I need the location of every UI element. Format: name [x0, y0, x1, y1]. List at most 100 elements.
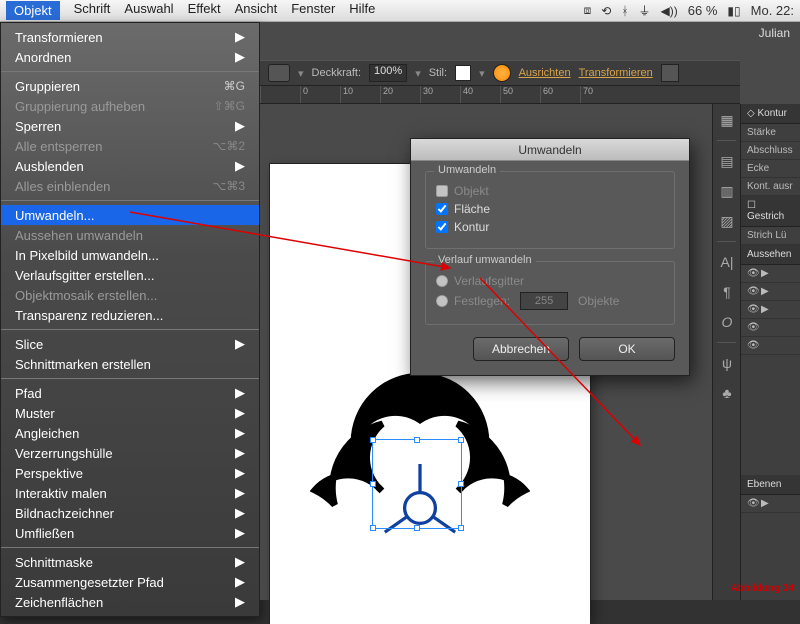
group-umwandeln: Umwandeln Objekt Fläche Kontur: [425, 171, 675, 249]
style-label: Stil:: [429, 67, 447, 79]
radio-verlaufsgitter: Verlaufsgitter: [436, 274, 664, 288]
horizontal-ruler: 010203040506070: [260, 86, 740, 104]
chk-kontur[interactable]: Kontur: [436, 220, 664, 234]
panel-kontur-header[interactable]: ◇ Kontur: [741, 104, 800, 124]
figure-caption: Abbildung 34: [731, 583, 794, 594]
menuitem-transparenz-reduzieren-[interactable]: Transparenz reduzieren...: [1, 305, 259, 325]
clock: Mo. 22:: [751, 3, 794, 18]
perspective-icon[interactable]: ▨: [717, 211, 737, 231]
align-link[interactable]: Ausrichten: [519, 67, 571, 79]
appearance-row[interactable]: 👁▶: [741, 301, 800, 319]
battery-icon: ▮▯: [727, 4, 740, 18]
usb-icon[interactable]: ψ: [717, 353, 737, 373]
menuitem-bildnachzeichner[interactable]: Bildnachzeichner▶: [1, 503, 259, 523]
right-icon-rail: ▦ ▤ ▥ ▨ A| ¶ O ψ ♣: [712, 104, 740, 600]
menuitem-gruppierung-aufheben: Gruppierung aufheben⇧⌘G: [1, 96, 259, 116]
menu-objekt[interactable]: Objekt: [6, 1, 60, 20]
control-bar: ▾ Deckkraft: 100% ▾ Stil: ▾ Ausrichten T…: [260, 60, 740, 86]
grid-icon[interactable]: ▦: [717, 110, 737, 130]
os-menubar: Objekt Schrift Auswahl Effekt Ansicht Fe…: [0, 0, 800, 22]
specify-count: [520, 292, 568, 310]
umwandeln-dialog: Umwandeln Umwandeln Objekt Fläche Kontur…: [410, 138, 690, 376]
menuitem-zeichenfl-chen[interactable]: Zeichenflächen▶: [1, 592, 259, 612]
row-strich: Strich Lü: [741, 227, 800, 245]
menuitem-anordnen[interactable]: Anordnen▶: [1, 47, 259, 67]
opacity-value[interactable]: 100%: [369, 64, 407, 82]
os-status: ⧈ ⟲ ᚼ ⏚ ◀)) 66 % ▮▯ Mo. 22:: [584, 2, 794, 19]
volume-icon: ◀)): [661, 4, 678, 18]
os-menu-items: Objekt Schrift Auswahl Effekt Ansicht Fe…: [6, 1, 375, 20]
appearance-row[interactable]: 👁: [741, 337, 800, 355]
menuitem-schnittmarken-erstellen[interactable]: Schnittmarken erstellen: [1, 354, 259, 374]
dialog-title: Umwandeln: [411, 139, 689, 161]
group-verlauf: Verlauf umwandeln Verlaufsgitter Festleg…: [425, 261, 675, 325]
menuitem-gruppieren[interactable]: Gruppieren⌘G: [1, 76, 259, 96]
style-swatch[interactable]: [455, 65, 471, 81]
sync-icon: ⟲: [601, 4, 611, 18]
menu-schrift[interactable]: Schrift: [74, 1, 111, 20]
menuitem-zusammengesetzter-pfad[interactable]: Zusammengesetzter Pfad▶: [1, 572, 259, 592]
menuitem-aussehen-umwandeln: Aussehen umwandeln: [1, 225, 259, 245]
chk-objekt: Objekt: [436, 184, 664, 198]
controlbar-button[interactable]: [268, 64, 290, 82]
paragraph-icon[interactable]: ¶: [717, 282, 737, 302]
row-ecke: Ecke: [741, 160, 800, 178]
radio-festlegen: Festlegen:Objekte: [436, 292, 664, 310]
menu-effekt[interactable]: Effekt: [188, 1, 221, 20]
menuitem-ausblenden[interactable]: Ausblenden▶: [1, 156, 259, 176]
menuitem-interaktiv-malen[interactable]: Interaktiv malen▶: [1, 483, 259, 503]
group-verlauf-legend: Verlauf umwandeln: [434, 254, 536, 266]
menuitem-umflie-en[interactable]: Umfließen▶: [1, 523, 259, 543]
ok-button[interactable]: OK: [579, 337, 675, 361]
panel-gestrich-header[interactable]: ☐ Gestrich: [741, 196, 800, 227]
menuitem-muster[interactable]: Muster▶: [1, 403, 259, 423]
clover-icon[interactable]: ♣: [717, 383, 737, 403]
row-staerke: Stärke: [741, 124, 800, 142]
menu-auswahl[interactable]: Auswahl: [124, 1, 173, 20]
chk-flaeche[interactable]: Fläche: [436, 202, 664, 216]
wifi-icon: ⏚: [639, 2, 651, 19]
menuitem-alles-einblenden: Alles einblenden⌥⌘3: [1, 176, 259, 196]
panel-ebenen-header[interactable]: Ebenen: [741, 475, 800, 495]
row-kontausr: Kont. ausr: [741, 178, 800, 196]
appearance-row[interactable]: 👁: [741, 319, 800, 337]
anchor-icon[interactable]: [661, 64, 679, 82]
menu-fenster[interactable]: Fenster: [291, 1, 335, 20]
appearance-row[interactable]: 👁▶: [741, 283, 800, 301]
menuitem-verlaufsgitter-erstellen-[interactable]: Verlaufsgitter erstellen...: [1, 265, 259, 285]
layer-row[interactable]: 👁▶: [741, 495, 800, 513]
menuitem-sperren[interactable]: Sperren▶: [1, 116, 259, 136]
menuitem-angleichen[interactable]: Angleichen▶: [1, 423, 259, 443]
menu-hilfe[interactable]: Hilfe: [349, 1, 375, 20]
objekt-dropdown[interactable]: Transformieren▶Anordnen▶ Gruppieren⌘GGrup…: [0, 22, 260, 617]
menuitem-verzerrungsh-lle[interactable]: Verzerrungshülle▶: [1, 443, 259, 463]
battery-percent: 66 %: [688, 3, 718, 18]
menuitem-pfad[interactable]: Pfad▶: [1, 383, 259, 403]
group-umwandeln-legend: Umwandeln: [434, 164, 500, 176]
menuitem-in-pixelbild-umwandeln-[interactable]: In Pixelbild umwandeln...: [1, 245, 259, 265]
bluetooth-icon: ᚼ: [621, 4, 628, 18]
cancel-button[interactable]: Abbrechen: [473, 337, 569, 361]
row-abschluss: Abschluss: [741, 142, 800, 160]
menuitem-perspektive[interactable]: Perspektive▶: [1, 463, 259, 483]
recolor-icon[interactable]: [493, 64, 511, 82]
menu-ansicht[interactable]: Ansicht: [235, 1, 278, 20]
dropbox-icon: ⧈: [584, 3, 592, 18]
transform-link[interactable]: Transformieren: [579, 67, 653, 79]
brushes-icon[interactable]: ▥: [717, 181, 737, 201]
type-icon[interactable]: A|: [717, 252, 737, 272]
panel-aussehen-header[interactable]: Aussehen: [741, 245, 800, 265]
menuitem-transformieren[interactable]: Transformieren▶: [1, 27, 259, 47]
swatches-icon[interactable]: ▤: [717, 151, 737, 171]
opacity-label: Deckkraft:: [312, 67, 362, 79]
appearance-row[interactable]: 👁▶: [741, 265, 800, 283]
menuitem-slice[interactable]: Slice▶: [1, 334, 259, 354]
opentype-icon[interactable]: O: [717, 312, 737, 332]
menuitem-alle-entsperren: Alle entsperren⌥⌘2: [1, 136, 259, 156]
menuitem-schnittmaske[interactable]: Schnittmaske▶: [1, 552, 259, 572]
menuitem-objektmosaik-erstellen-: Objektmosaik erstellen...: [1, 285, 259, 305]
document-title: Julian: [749, 22, 800, 44]
menuitem-umwandeln-[interactable]: Umwandeln...: [1, 205, 259, 225]
right-panel: ◇ Kontur Stärke Abschluss Ecke Kont. aus…: [740, 104, 800, 600]
selection-box[interactable]: [372, 439, 462, 529]
